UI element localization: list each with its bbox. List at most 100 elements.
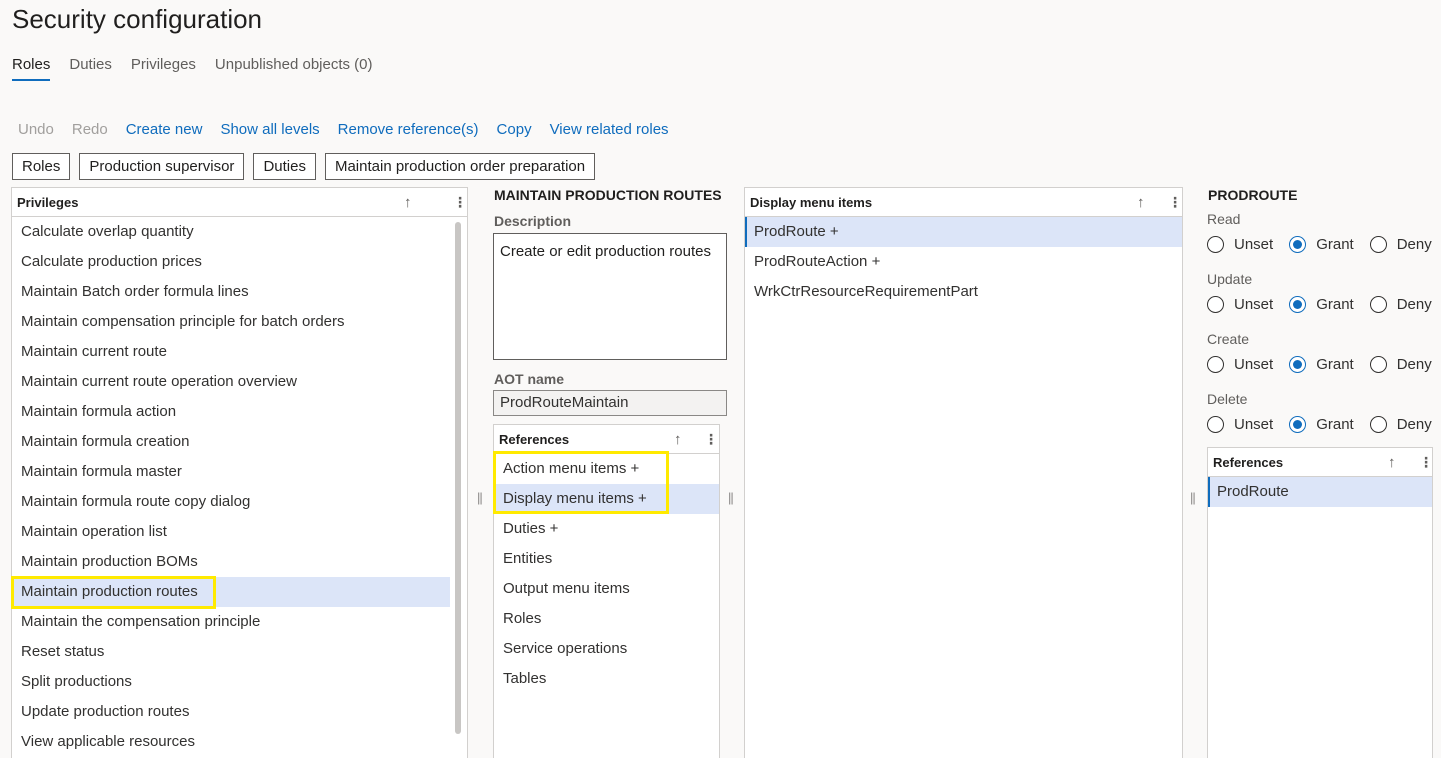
sort-up-arrow-icon[interactable]: ↑ <box>674 431 682 448</box>
update-grant-radio[interactable] <box>1289 296 1307 313</box>
privilege-row-maintain-production-boms[interactable]: Maintain production BOMs <box>12 547 450 577</box>
privilege-row-split-productions[interactable]: Split productions <box>12 667 450 697</box>
radio-label-grant: Grant <box>1316 236 1354 253</box>
menu-item-row-prodrouteaction[interactable]: ProdRouteAction + <box>745 247 1182 277</box>
read-unset-radio[interactable] <box>1207 236 1224 253</box>
delete-deny-radio[interactable] <box>1369 416 1387 433</box>
update-unset-radio[interactable] <box>1207 296 1224 313</box>
privilege-row-reset-status[interactable]: Reset status <box>12 637 450 667</box>
display-menu-items-header: Display menu items ↑ ⋮ <box>745 188 1182 217</box>
privileges-header-label: Privileges <box>17 194 79 210</box>
tab-bar: Roles Duties Privileges Unpublished obje… <box>12 56 392 81</box>
privilege-row-update-production-routes[interactable]: Update production routes <box>12 697 450 727</box>
sort-up-arrow-icon[interactable]: ↑ <box>1137 194 1145 211</box>
radio-label-unset: Unset <box>1234 416 1274 433</box>
reference-row-tables[interactable]: Tables <box>494 664 719 694</box>
privilege-row-calculate-overlap-quantity[interactable]: Calculate overlap quantity <box>12 217 450 247</box>
action-toolbar: Undo Redo Create new Show all levels Rem… <box>18 121 687 138</box>
splitter-handle[interactable]: || <box>728 490 734 505</box>
privilege-row-maintain-formula-creation[interactable]: Maintain formula creation <box>12 427 450 457</box>
permissions-references-list: ProdRoute <box>1208 477 1432 507</box>
privilege-row-maintain-formula-action[interactable]: Maintain formula action <box>12 397 450 427</box>
more-vertical-icon[interactable]: ⋮ <box>453 194 467 211</box>
delete-grant-radio[interactable] <box>1289 416 1307 433</box>
description-value: Create or edit production routes <box>500 243 711 260</box>
references-list: Action menu items + Display menu items + D… <box>494 454 719 694</box>
breadcrumb-production-supervisor[interactable]: Production supervisor <box>79 153 245 180</box>
breadcrumb-maintain-production-order-preparation[interactable]: Maintain production order preparation <box>324 153 596 180</box>
permission-group-read: Read Unset Grant Deny <box>1207 211 1437 271</box>
permission-group-delete: Delete Unset Grant Deny <box>1207 391 1437 451</box>
reference-row-service-operations[interactable]: Service operations <box>494 634 719 664</box>
splitter-handle[interactable]: || <box>477 490 483 505</box>
sort-up-arrow-icon[interactable]: ↑ <box>1388 454 1396 471</box>
tab-unpublished-objects[interactable]: Unpublished objects (0) <box>215 56 373 81</box>
privilege-row-maintain-formula-master[interactable]: Maintain formula master <box>12 457 450 487</box>
permission-label-read: Read <box>1207 211 1241 227</box>
privilege-row-maintain-current-route-operation-overview[interactable]: Maintain current route operation overvie… <box>12 367 450 397</box>
view-related-roles-button[interactable]: View related roles <box>550 121 669 138</box>
permission-reference-row-prodroute[interactable]: ProdRoute <box>1208 477 1432 507</box>
privilege-row-maintain-the-compensation-principle[interactable]: Maintain the compensation principle <box>12 607 450 637</box>
more-vertical-icon[interactable]: ⋮ <box>704 431 718 448</box>
display-menu-items-list: ProdRoute + ProdRouteAction + WrkCtrResour… <box>745 217 1182 307</box>
sort-up-arrow-icon[interactable]: ↑ <box>404 194 412 211</box>
show-all-levels-button[interactable]: Show all levels <box>220 121 319 138</box>
delete-unset-radio[interactable] <box>1207 416 1224 433</box>
more-vertical-icon[interactable]: ⋮ <box>1168 194 1182 211</box>
privilege-row-maintain-batch-order-formula-lines[interactable]: Maintain Batch order formula lines <box>12 277 450 307</box>
create-deny-radio[interactable] <box>1369 356 1387 373</box>
create-grant-radio[interactable] <box>1289 356 1307 373</box>
redo-button[interactable]: Redo <box>72 121 108 138</box>
read-deny-radio[interactable] <box>1369 236 1387 253</box>
privilege-row-maintain-current-route[interactable]: Maintain current route <box>12 337 450 367</box>
privileges-scrollbar[interactable] <box>455 222 461 734</box>
permission-radio-group: Unset Grant Deny <box>1207 356 1437 373</box>
detail-references-header: References ↑ ⋮ <box>494 425 719 454</box>
display-menu-items-header-label: Display menu items <box>750 194 873 210</box>
tab-roles[interactable]: Roles <box>12 56 51 81</box>
description-field[interactable]: Create or edit production routes <box>493 233 727 360</box>
update-deny-radio[interactable] <box>1369 296 1387 313</box>
reference-row-action-menu-items[interactable]: Action menu items + <box>494 454 719 484</box>
detail-title: MAINTAIN PRODUCTION ROUTES <box>494 187 722 203</box>
breadcrumb-duties[interactable]: Duties <box>253 153 316 180</box>
menu-item-row-wrkctrresourcerequirementpart[interactable]: WrkCtrResourceRequirementPart <box>745 277 1182 307</box>
permission-group-update: Update Unset Grant Deny <box>1207 271 1437 331</box>
permission-radio-group: Unset Grant Deny <box>1207 236 1437 253</box>
aot-name-field: ProdRouteMaintain <box>493 390 727 416</box>
privileges-panel: Privileges ↑ ⋮ Calculate overlap quantit… <box>11 187 468 758</box>
reference-row-display-menu-items[interactable]: Display menu items + <box>494 484 719 514</box>
read-grant-radio[interactable] <box>1289 236 1307 253</box>
more-vertical-icon[interactable]: ⋮ <box>1419 454 1433 471</box>
create-unset-radio[interactable] <box>1207 356 1224 373</box>
menu-item-row-prodroute[interactable]: ProdRoute + <box>745 217 1182 247</box>
privilege-row-maintain-operation-list[interactable]: Maintain operation list <box>12 517 450 547</box>
privilege-row-maintain-compensation-principle-for-batch-orders[interactable]: Maintain compensation principle for batc… <box>12 307 450 337</box>
permissions-references-panel: References ↑ ⋮ ProdRoute <box>1207 447 1433 758</box>
permissions-references-header: References ↑ ⋮ <box>1208 448 1433 477</box>
tab-privileges[interactable]: Privileges <box>131 56 196 81</box>
radio-label-deny: Deny <box>1396 356 1432 373</box>
reference-row-entities[interactable]: Entities <box>494 544 719 574</box>
radio-label-grant: Grant <box>1316 296 1354 313</box>
remove-references-button[interactable]: Remove reference(s) <box>338 121 479 138</box>
radio-label-unset: Unset <box>1234 236 1274 253</box>
breadcrumb-roles[interactable]: Roles <box>12 153 71 180</box>
reference-row-duties[interactable]: Duties + <box>494 514 719 544</box>
splitter-handle[interactable]: || <box>1190 490 1196 505</box>
privilege-row-maintain-production-routes[interactable]: Maintain production routes <box>12 577 450 607</box>
radio-label-unset: Unset <box>1234 356 1274 373</box>
detail-references-panel: References ↑ ⋮ Action menu items + Displa… <box>493 424 720 758</box>
permissions-references-header-label: References <box>1213 454 1284 470</box>
privilege-row-calculate-production-prices[interactable]: Calculate production prices <box>12 247 450 277</box>
privilege-row-view-applicable-resources[interactable]: View applicable resources <box>12 727 450 757</box>
reference-row-output-menu-items[interactable]: Output menu items <box>494 574 719 604</box>
permissions-title: PRODROUTE <box>1208 187 1298 203</box>
undo-button[interactable]: Undo <box>18 121 54 138</box>
create-new-button[interactable]: Create new <box>126 121 203 138</box>
copy-button[interactable]: Copy <box>497 121 532 138</box>
reference-row-roles[interactable]: Roles <box>494 604 719 634</box>
tab-duties[interactable]: Duties <box>69 56 112 81</box>
privilege-row-maintain-formula-route-copy-dialog[interactable]: Maintain formula route copy dialog <box>12 487 450 517</box>
